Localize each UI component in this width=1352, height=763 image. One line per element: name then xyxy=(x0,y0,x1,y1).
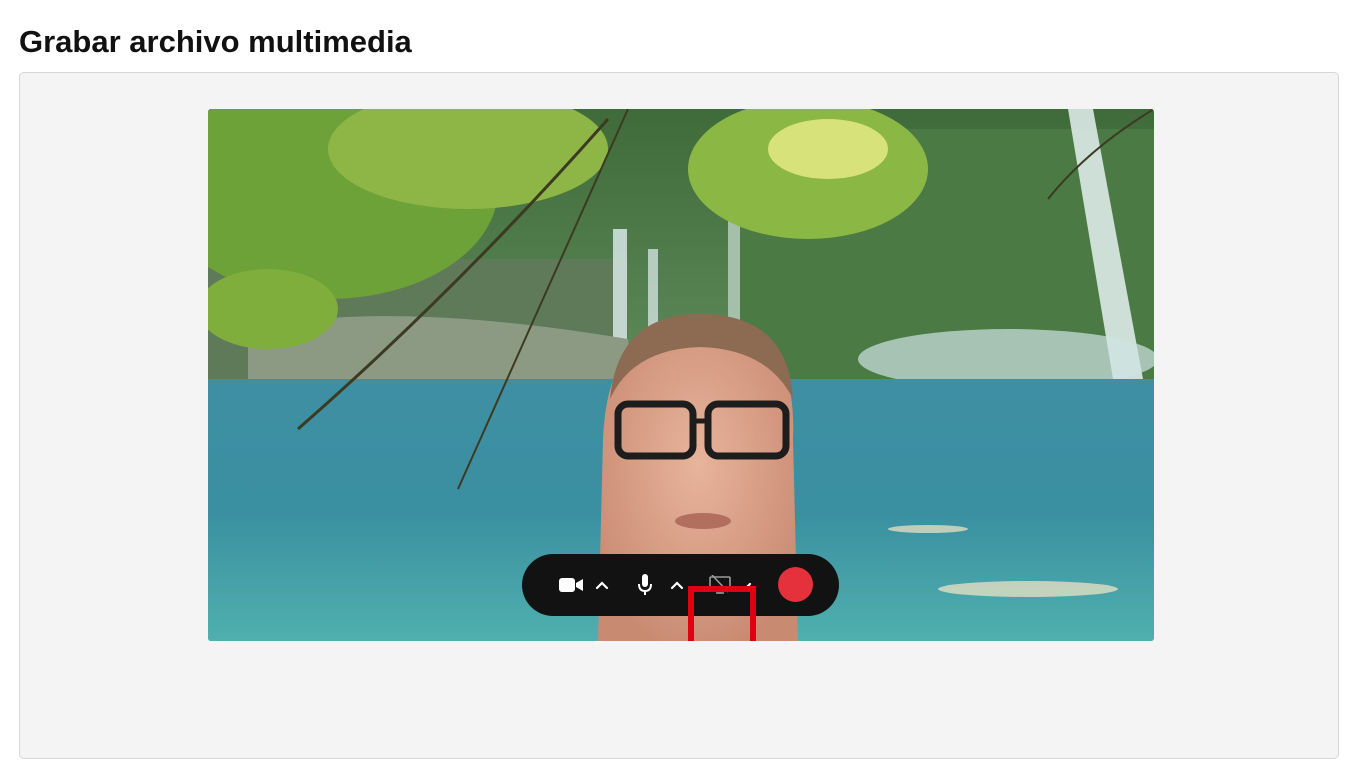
chevron-up-icon[interactable] xyxy=(668,568,686,602)
recording-toolbar xyxy=(522,554,839,616)
screen-share-off-icon[interactable] xyxy=(707,568,733,602)
recorder-panel xyxy=(19,72,1339,759)
page-title: Grabar archivo multimedia xyxy=(19,24,412,59)
chevron-up-icon[interactable] xyxy=(744,568,756,602)
record-button[interactable] xyxy=(778,567,813,602)
camera-preview xyxy=(208,109,1154,641)
video-camera-icon[interactable] xyxy=(558,568,584,602)
chevron-up-icon[interactable] xyxy=(593,568,611,602)
microphone-icon[interactable] xyxy=(636,568,654,602)
